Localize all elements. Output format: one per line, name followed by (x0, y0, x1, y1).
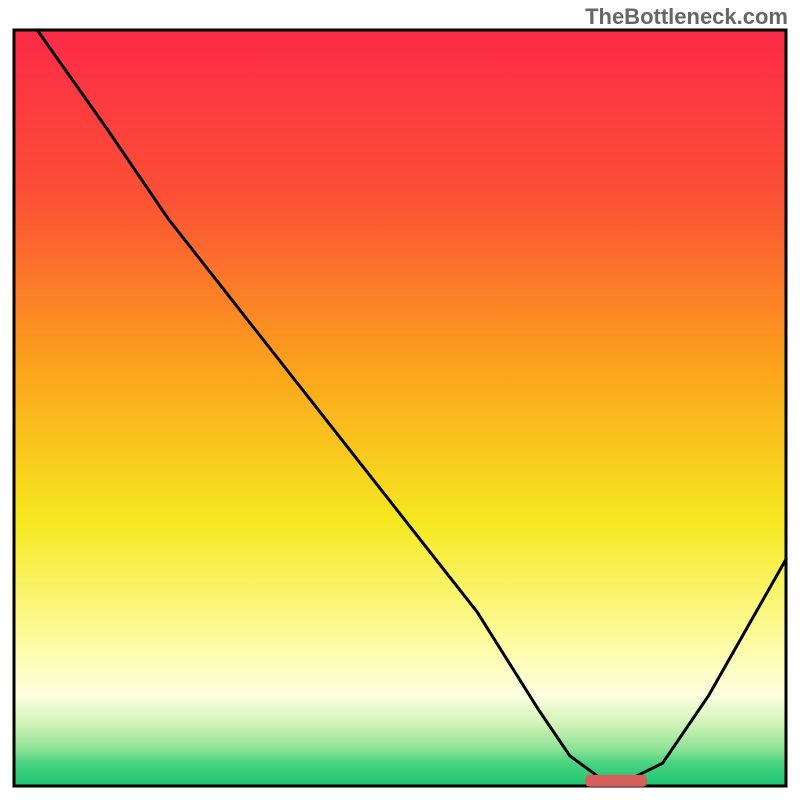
chart-container: { "watermark": "TheBottleneck.com", "cha… (0, 0, 800, 800)
optimal-marker (585, 775, 647, 787)
gradient-background (14, 30, 786, 786)
watermark-text: TheBottleneck.com (585, 4, 788, 30)
chart-svg (0, 0, 800, 800)
